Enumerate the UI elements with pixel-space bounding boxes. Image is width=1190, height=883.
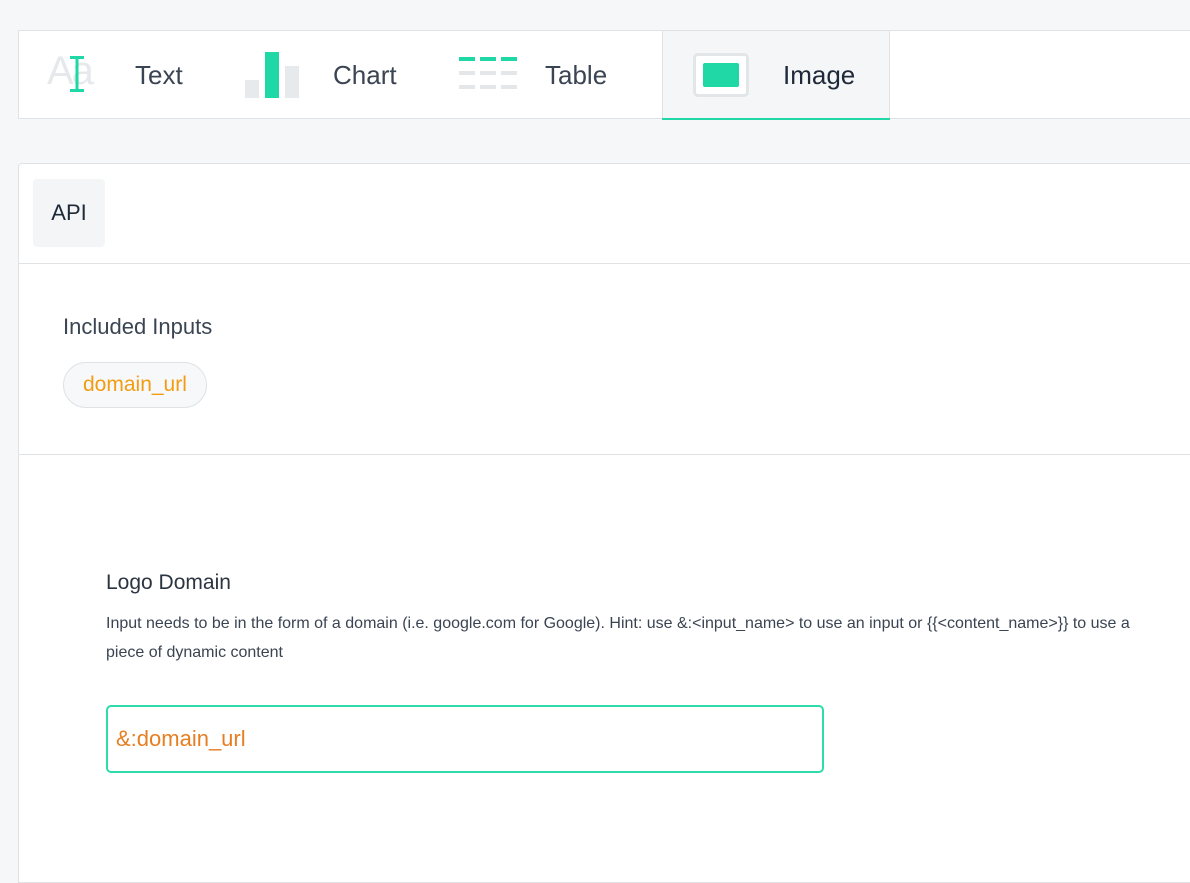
tab-text[interactable]: Aa Text xyxy=(19,31,237,119)
image-icon xyxy=(693,53,749,97)
tab-table[interactable]: Table xyxy=(447,31,662,119)
content-type-tabbar: Aa Text Chart Table Image xyxy=(18,30,1190,120)
logo-domain-section: Logo Domain Input needs to be in the for… xyxy=(19,455,1190,855)
tab-chart[interactable]: Chart xyxy=(237,31,447,119)
source-subtabs: API xyxy=(19,164,1190,264)
tab-table-label: Table xyxy=(545,59,608,90)
tab-chart-label: Chart xyxy=(333,59,397,90)
input-chip-domain-url[interactable]: domain_url xyxy=(63,362,207,408)
tab-image[interactable]: Image xyxy=(662,31,890,120)
logo-domain-input[interactable] xyxy=(106,705,824,773)
logo-domain-title: Logo Domain xyxy=(106,571,231,594)
included-inputs-title: Included Inputs xyxy=(63,314,213,339)
tab-text-label: Text xyxy=(135,59,183,90)
tab-image-label: Image xyxy=(783,59,856,90)
chart-icon xyxy=(245,52,303,98)
included-inputs-section: Included Inputs domain_url xyxy=(19,264,1190,455)
subtab-api[interactable]: API xyxy=(33,179,105,247)
text-icon: Aa xyxy=(47,49,94,93)
logo-domain-hint: Input needs to be in the form of a domai… xyxy=(106,615,1130,661)
table-icon xyxy=(459,57,517,93)
image-settings-panel: API Included Inputs domain_url Logo Doma… xyxy=(18,163,1190,883)
